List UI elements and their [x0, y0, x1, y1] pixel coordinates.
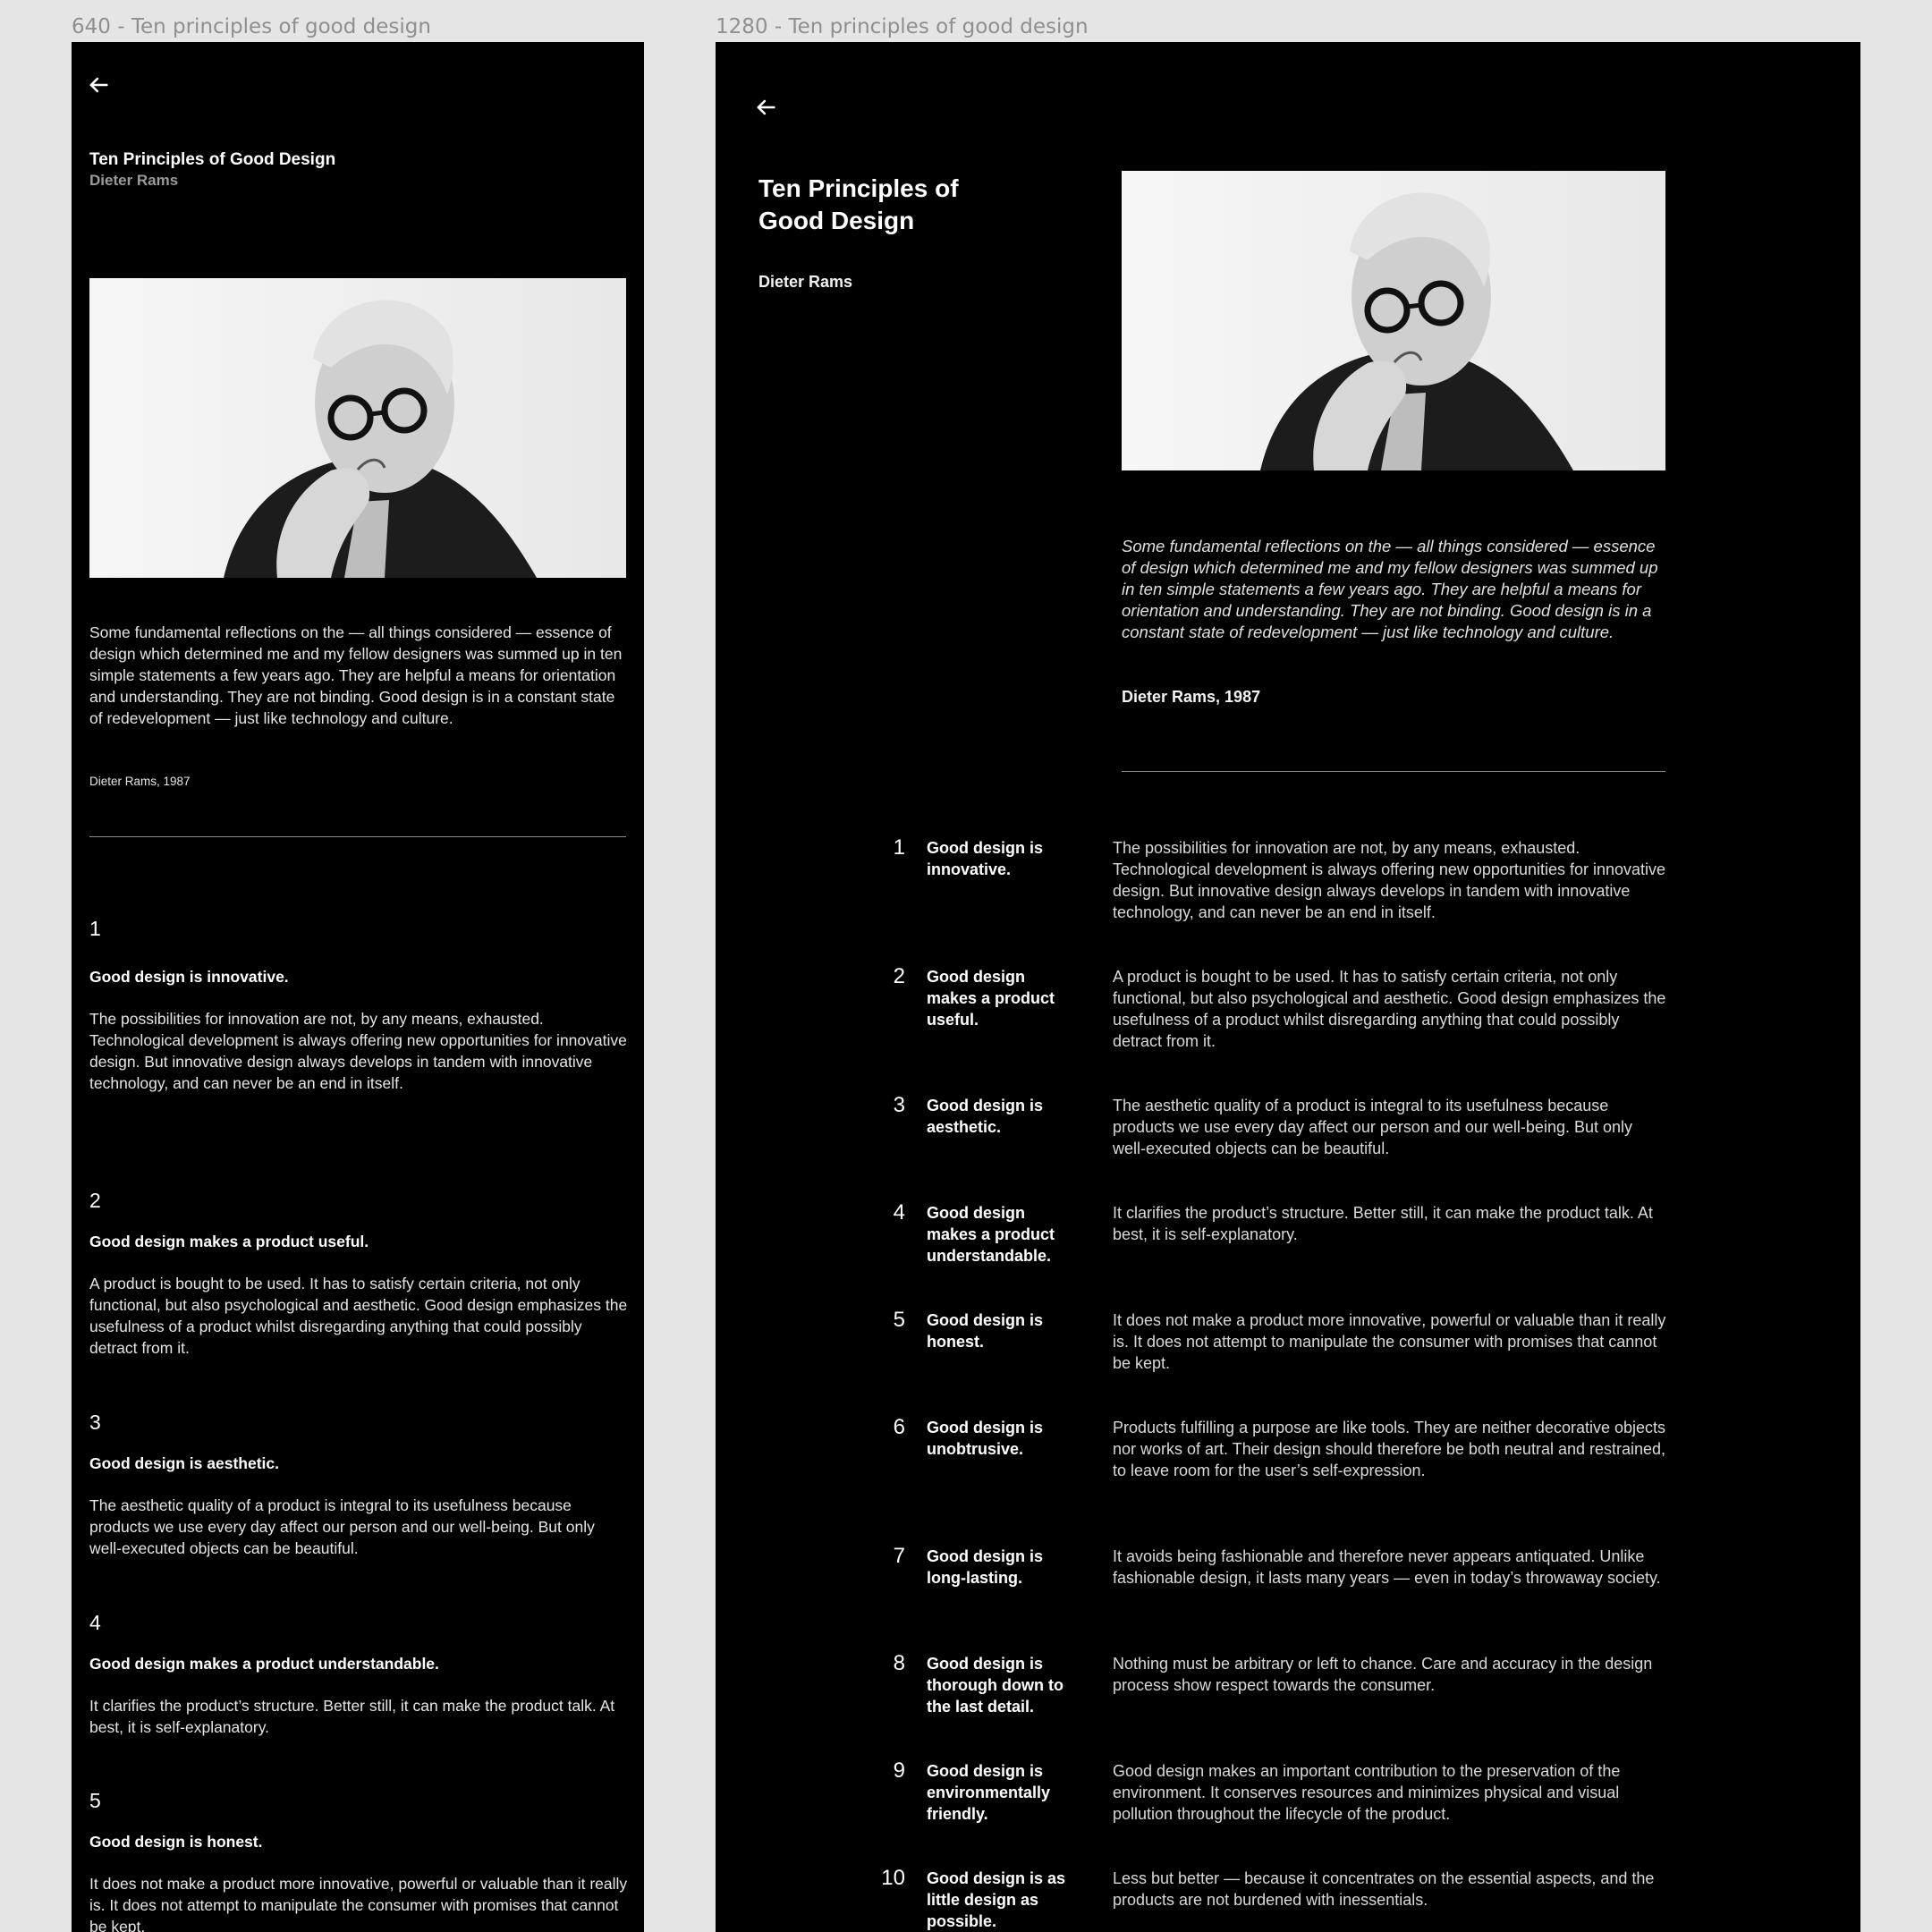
page-title: Ten Principles of Good Design — [758, 173, 1054, 237]
principle-heading: Good design is honest. — [89, 1833, 263, 1851]
back-arrow-icon[interactable] — [753, 95, 778, 120]
principle-number: 6 — [893, 1415, 905, 1439]
principle-heading: Good design is aesthetic. — [927, 1097, 1044, 1136]
principle-heading: Good design is environmentally friendly. — [927, 1762, 1051, 1823]
principle-body: It clarifies the product’s structure. Be… — [89, 1697, 615, 1736]
principle-body: Nothing must be arbitrary or left to cha… — [1113, 1655, 1653, 1694]
quote-signature: Dieter Rams, 1987 — [89, 775, 191, 788]
principle-number: 3 — [89, 1411, 101, 1434]
principle-number: 1 — [89, 917, 101, 940]
principle-number: 7 — [893, 1544, 905, 1568]
principle-body: It does not make a product more innovati… — [89, 1875, 628, 1932]
principle-body: The possibilities for innovation are not… — [89, 1010, 627, 1092]
principle-body: A product is bought to be used. It has t… — [1113, 968, 1666, 1050]
mobile-frame: Ten Principles of Good Design Dieter Ram… — [72, 42, 644, 1932]
principle-heading: Good design is unobtrusive. — [927, 1419, 1044, 1458]
page-title: Ten Principles of Good Design — [89, 150, 336, 169]
page-title-line: Good Design — [758, 207, 915, 234]
page-title-line: Ten Principles of — [758, 174, 959, 202]
principle-heading: Good design is honest. — [927, 1311, 1044, 1351]
principle-heading: Good design is thorough down to the last… — [927, 1655, 1063, 1716]
frame-label-1280: 1280 - Ten principles of good design — [716, 15, 1089, 38]
principle-body: The aesthetic quality of a product is in… — [89, 1496, 595, 1557]
principle-body: Products fulfilling a purpose are like t… — [1113, 1419, 1666, 1479]
principle-item: 3 Good design is aesthetic. The aestheti… — [89, 1411, 626, 1559]
frame-label-640: 640 - Ten principles of good design — [72, 15, 431, 38]
principle-number: 4 — [893, 1200, 905, 1224]
author-name: Dieter Rams — [758, 273, 853, 291]
principle-item: 1 Good design is innovative. The possibi… — [89, 917, 627, 1094]
author-name: Dieter Rams — [89, 172, 179, 189]
principle-heading: Good design is as little design as possi… — [927, 1869, 1066, 1930]
principle-body: Good design makes an important contribut… — [1113, 1762, 1621, 1823]
principle-item: 4 Good design makes a product understand… — [89, 1611, 626, 1738]
principle-number: 2 — [89, 1189, 101, 1212]
principle-number: 9 — [893, 1758, 905, 1783]
principle-number: 1 — [893, 835, 905, 860]
back-arrow-icon[interactable] — [86, 72, 111, 97]
principle-item: 2 Good design makes a product useful. A … — [89, 1189, 627, 1359]
principle-number: 8 — [893, 1651, 905, 1675]
principle-number: 5 — [89, 1789, 101, 1812]
principle-body: A product is bought to be used. It has t… — [89, 1275, 628, 1357]
principle-heading: Good design is long-lasting. — [927, 1547, 1044, 1587]
principle-body: It clarifies the product’s structure. Be… — [1113, 1204, 1653, 1243]
desktop-frame: Ten Principles of Good Design Dieter Ram… — [716, 42, 1860, 1932]
portrait-photo — [89, 278, 626, 578]
portrait-photo — [1122, 171, 1665, 470]
principle-number: 5 — [893, 1308, 905, 1332]
principle-body: It avoids being fashionable and therefor… — [1113, 1547, 1661, 1587]
principle-heading: Good design makes a product understandab… — [927, 1204, 1055, 1265]
principle-heading: Good design is aesthetic. — [89, 1454, 279, 1472]
principle-heading: Good design makes a product useful. — [89, 1233, 369, 1250]
principle-body: Less but better — because it concentrate… — [1113, 1869, 1655, 1909]
quote-signature: Dieter Rams, 1987 — [1122, 688, 1261, 706]
divider — [1122, 771, 1665, 772]
principle-body: The aesthetic quality of a product is in… — [1113, 1097, 1633, 1157]
principle-number: 10 — [881, 1866, 905, 1890]
principle-item: 5 Good design is honest. It does not mak… — [89, 1789, 627, 1932]
divider — [89, 836, 626, 837]
principle-number: 4 — [89, 1611, 101, 1634]
principle-body: The possibilities for innovation are not… — [1113, 839, 1666, 921]
principle-heading: Good design is innovative. — [927, 839, 1044, 878]
principle-number: 2 — [893, 964, 905, 988]
principle-heading: Good design makes a product useful. — [927, 968, 1055, 1029]
principle-number: 3 — [893, 1093, 905, 1117]
principle-heading: Good design is innovative. — [89, 968, 289, 986]
intro-quote: Some fundamental reflections on the — al… — [89, 623, 623, 727]
intro-quote: Some fundamental reflections on the — al… — [1122, 537, 1658, 641]
principle-heading: Good design makes a product understandab… — [89, 1655, 439, 1673]
principle-body: It does not make a product more innovati… — [1113, 1311, 1666, 1372]
